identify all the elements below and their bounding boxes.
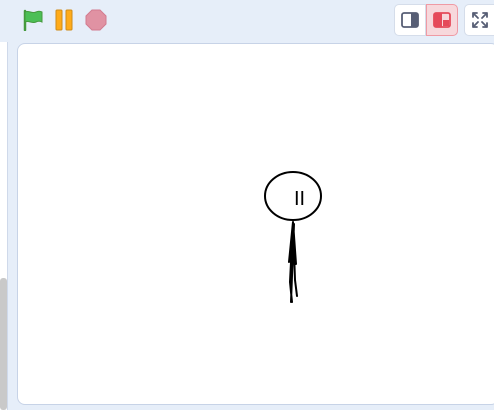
- small-stage-icon: [401, 12, 419, 28]
- pause-button[interactable]: [52, 9, 76, 31]
- green-flag-icon: [23, 9, 43, 31]
- scratch-player: II: [0, 0, 494, 410]
- left-panel-scrollbar[interactable]: [0, 278, 7, 410]
- stop-sign-icon: [85, 9, 107, 31]
- fullscreen-icon: [472, 12, 488, 28]
- fullscreen-button[interactable]: [464, 4, 494, 36]
- large-stage-icon: [433, 12, 451, 28]
- stick-figure-sprite[interactable]: II: [264, 171, 322, 303]
- large-stage-button[interactable]: [426, 4, 458, 36]
- green-flag-button[interactable]: [20, 9, 46, 31]
- stage-canvas[interactable]: II: [17, 43, 494, 405]
- sprite-head: [264, 171, 322, 221]
- stop-button[interactable]: [84, 9, 108, 31]
- small-stage-button[interactable]: [394, 4, 426, 36]
- sprite-text: II: [294, 188, 305, 210]
- sprite-body: [288, 221, 298, 303]
- stage-drawing: II: [264, 171, 322, 303]
- pause-icon: [55, 9, 73, 31]
